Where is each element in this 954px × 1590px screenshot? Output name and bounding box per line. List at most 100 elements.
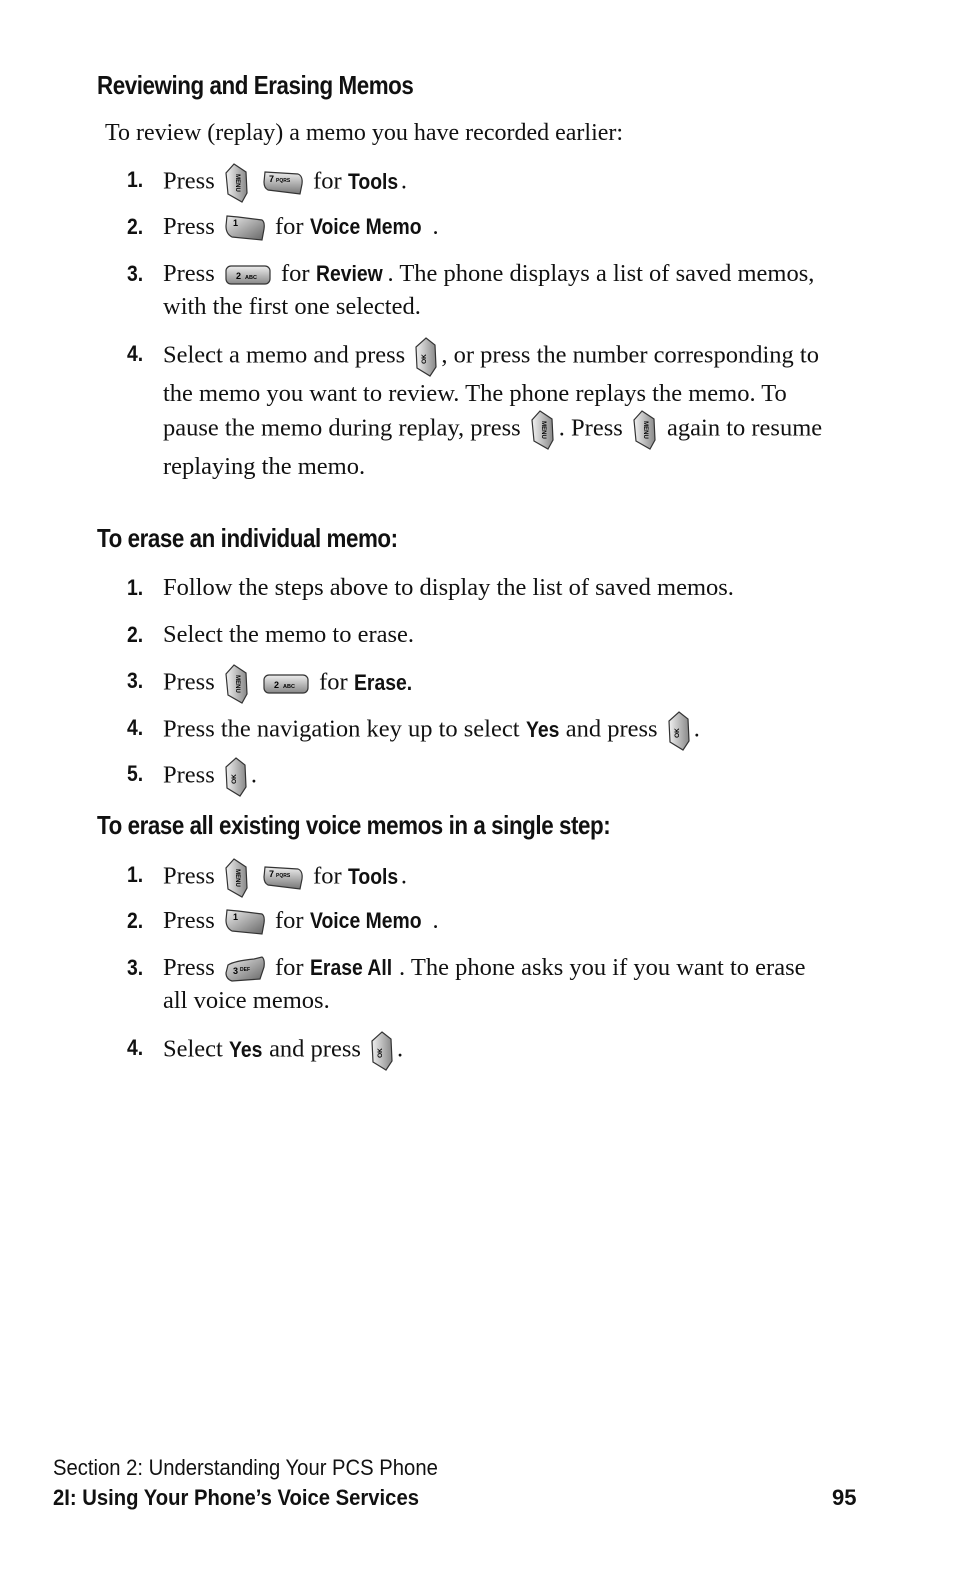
step-text: . Press [558, 414, 623, 442]
section-heading-erase-all: To erase all existing voice memos in a s… [97, 810, 611, 840]
list-item: 4. Select a memo and press OK , or press… [127, 337, 827, 483]
step-text: for [274, 907, 304, 934]
intro-text: To review (replay) a memo you have recor… [105, 120, 624, 146]
svg-text:2: 2 [274, 680, 279, 690]
step-text: Press [163, 668, 215, 696]
step-text: . [250, 761, 257, 789]
step-number: 4. [127, 341, 144, 366]
svg-text:OK: OK [231, 774, 238, 784]
step-text: . [432, 907, 439, 934]
list-item: 1. Follow the steps above to display the… [127, 571, 827, 604]
page-number: 95 [832, 1485, 857, 1510]
menu-key-icon: MENU [632, 410, 658, 450]
list-item: 2. Press 1 for Voice Memo. [127, 210, 827, 243]
3-def-key-icon: 3 DEF [224, 955, 266, 983]
step-text: . [400, 167, 407, 195]
step-bold-term: Voice Memo [309, 908, 422, 933]
step-number: 1. [127, 167, 144, 192]
svg-text:DEF: DEF [240, 967, 250, 973]
step-number: 2. [127, 622, 144, 647]
list-item: 5. Press OK . [127, 757, 827, 797]
step-text: . [432, 213, 439, 240]
step-bold-term: Voice Memo [309, 214, 422, 239]
list-item: 1. Press MENU 7 PQRS for Tools. [127, 858, 827, 898]
step-text: Press [163, 213, 215, 240]
list-item: 4. Press the navigation key up to select… [127, 711, 827, 751]
ok-key-icon: OK [414, 337, 438, 377]
step-text: Select a memo and press [163, 341, 406, 369]
svg-text:7: 7 [269, 174, 274, 184]
svg-text:3: 3 [233, 966, 238, 976]
svg-text:2: 2 [236, 271, 241, 281]
svg-text:PQRS: PQRS [276, 178, 291, 184]
step-bold-term: Yes [229, 1036, 263, 1062]
step-text: and press [269, 1035, 361, 1063]
step-text: for [280, 260, 310, 287]
step-number: 2. [127, 908, 144, 933]
step-text: Press [163, 761, 215, 789]
step-text: for [313, 862, 342, 890]
ok-key-icon: OK [370, 1031, 394, 1071]
step-bold-term: Tools [347, 863, 398, 889]
list-item: 2. Select the memo to erase. [127, 618, 827, 651]
svg-text:1: 1 [233, 218, 238, 228]
step-text: Press [163, 954, 215, 981]
step-number: 4. [127, 1035, 144, 1060]
step-number: 4. [127, 715, 144, 740]
footer-chapter-title: 2I: Using Your Phone’s Voice Services [53, 1485, 419, 1510]
step-number: 5. [127, 761, 144, 786]
ok-key-icon: OK [224, 757, 248, 797]
list-item: 2. Press 1 for Voice Memo. [127, 904, 827, 937]
svg-text:OK: OK [377, 1048, 384, 1058]
step-bold-term: Yes [525, 716, 560, 742]
section-heading-erase-individual: To erase an individual memo: [97, 523, 398, 553]
step-text: Follow the steps above to display the li… [163, 574, 734, 601]
step-text: for [274, 213, 304, 240]
step-text: Press [163, 862, 215, 890]
svg-text:MENU: MENU [642, 421, 648, 439]
svg-text:MENU: MENU [234, 869, 240, 887]
list-item: 3. Press 3 DEF for Erase All. The phone a… [127, 951, 827, 1017]
footer-section-title: Section 2: Understanding Your PCS Phone [53, 1455, 438, 1480]
step-text: . [397, 1035, 404, 1063]
step-number: 1. [127, 575, 144, 600]
step-bold-term: Tools [347, 168, 398, 194]
step-bold-term: Review [315, 261, 383, 286]
svg-text:MENU: MENU [540, 421, 546, 439]
step-number: 3. [127, 261, 144, 286]
step-text: . [693, 715, 700, 743]
step-text: for [274, 954, 304, 981]
list-item: 1. Press MENU 7 PQRS for Tools. [127, 163, 827, 203]
svg-text:PQRS: PQRS [276, 873, 291, 879]
step-text: Press the navigation key up to select [163, 715, 520, 743]
svg-text:1: 1 [233, 912, 238, 922]
1-key-icon: 1 [224, 214, 266, 242]
menu-key-icon: MENU [224, 858, 250, 898]
step-bold-term: Erase All [309, 955, 392, 980]
section-heading-reviewing: Reviewing and Erasing Memos [97, 70, 414, 100]
svg-text:ABC: ABC [245, 275, 257, 281]
ok-key-icon: OK [667, 711, 691, 751]
step-text: Select the memo to erase. [163, 621, 415, 648]
list-item: 3. Press MENU 2 ABC for Erase. [127, 664, 827, 704]
step-text: Press [163, 167, 215, 195]
step-text: Select [163, 1035, 223, 1063]
step-number: 2. [127, 214, 144, 239]
7-pqrs-key-icon: 7 PQRS [262, 170, 304, 196]
1-key-icon: 1 [224, 908, 266, 936]
step-text: Press [163, 907, 215, 934]
svg-text:MENU: MENU [234, 675, 240, 693]
svg-text:7: 7 [269, 869, 274, 879]
menu-key-icon: MENU [224, 664, 250, 704]
step-number: 3. [127, 955, 144, 980]
svg-text:ABC: ABC [283, 684, 295, 690]
step-text: for [319, 668, 348, 696]
list-item: 4. Select Yes and press OK . [127, 1031, 827, 1071]
step-text: and press [565, 715, 658, 743]
list-item: 3. Press 2 ABC for Review. The phone disp… [127, 257, 827, 323]
menu-key-icon: MENU [224, 163, 250, 203]
2-abc-key-icon: 2 ABC [224, 264, 272, 286]
svg-text:MENU: MENU [234, 174, 240, 192]
svg-text:OK: OK [674, 728, 681, 738]
step-text: . [400, 862, 407, 890]
